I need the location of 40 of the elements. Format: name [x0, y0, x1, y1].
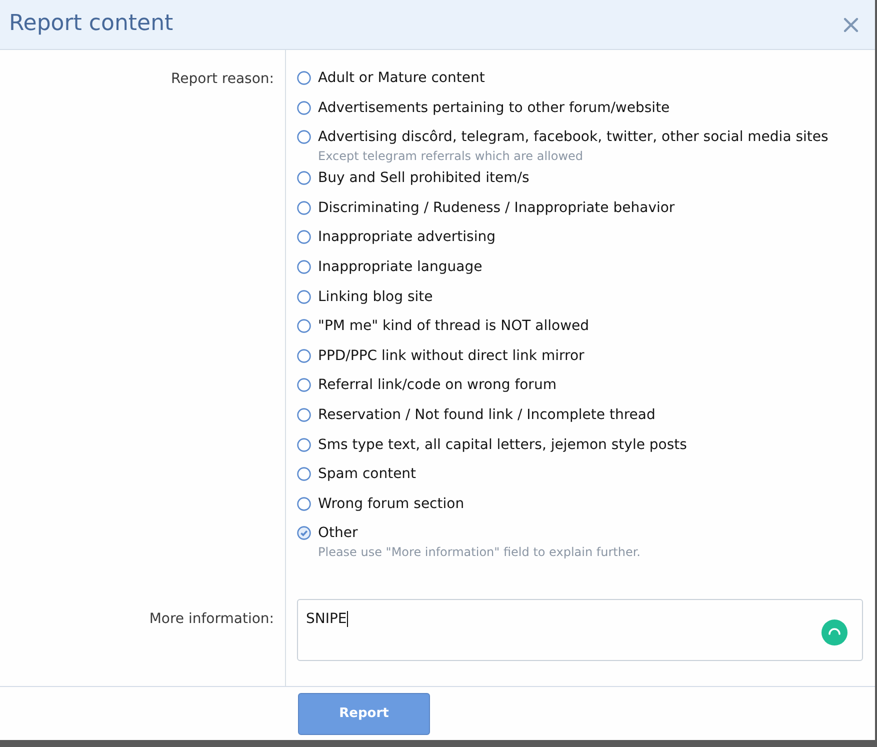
option-label[interactable]: Buy and Sell prohibited item/s: [318, 170, 530, 186]
radio-button[interactable]: [297, 348, 311, 363]
radio-button[interactable]: [297, 378, 311, 392]
spinner-icon: [821, 619, 848, 646]
radio-button[interactable]: [297, 467, 311, 482]
radio-button[interactable]: [297, 290, 311, 304]
radio-button[interactable]: [297, 319, 311, 334]
radio-button[interactable]: [297, 260, 311, 274]
option-label[interactable]: Wrong forum section: [318, 496, 464, 512]
option-label[interactable]: PPD/PPC link without direct link mirror: [318, 348, 584, 364]
option-label[interactable]: Reservation / Not found link / Incomplete thread: [318, 406, 656, 423]
option-label[interactable]: Sms type text, all capital letters, jejemon style posts: [318, 436, 687, 453]
radio-button[interactable]: [297, 496, 311, 511]
text-area[interactable]: SNIPE: [297, 599, 863, 662]
close-icon: [843, 16, 859, 32]
radio-button[interactable]: [297, 100, 311, 115]
option-label[interactable]: Inappropriate advertising: [318, 229, 496, 246]
field-label: Report reason:: [171, 71, 274, 87]
radio-button[interactable]: [297, 408, 311, 422]
radio-button[interactable]: [297, 171, 311, 186]
dialog-title: Report content: [9, 11, 174, 38]
radio-button[interactable]: [297, 71, 311, 85]
radio-button[interactable]: [297, 438, 311, 452]
option-hint: Please use "More information" field to explain further.: [318, 544, 640, 560]
option-label[interactable]: Other: [318, 525, 358, 542]
option-label[interactable]: Referral link/code on wrong forum: [318, 377, 556, 394]
option-label[interactable]: Adult or Mature content: [318, 70, 485, 86]
radio-button[interactable]: [297, 200, 311, 215]
option-label[interactable]: "PM me" kind of thread is NOT allowed: [318, 318, 590, 334]
option-hint: Except telegram referrals which are allowed: [318, 148, 584, 164]
option-label[interactable]: Advertising discôrd, telegram, facebook, twitter, other social media sites: [318, 129, 828, 146]
option-label[interactable]: Linking blog site: [318, 288, 433, 305]
radio-button[interactable]: [297, 230, 311, 244]
option-label[interactable]: Inappropriate language: [318, 258, 482, 275]
option-label[interactable]: Spam content: [318, 466, 416, 482]
option-label[interactable]: Advertisements pertaining to other forum/website: [318, 100, 670, 116]
field-label: More information:: [149, 611, 274, 628]
option-label[interactable]: Discriminating / Rudeness / Inappropriate behavior: [318, 200, 675, 216]
radio-checked[interactable]: [297, 526, 311, 540]
radio-button[interactable]: [297, 130, 311, 144]
